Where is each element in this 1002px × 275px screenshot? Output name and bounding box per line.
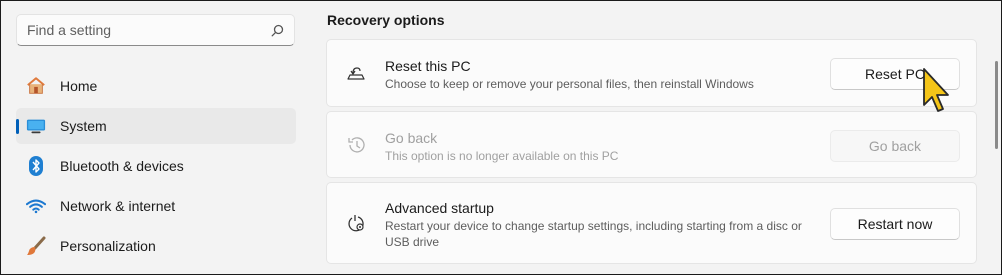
paintbrush-icon — [26, 236, 46, 256]
selection-indicator — [16, 119, 19, 134]
card-description: Restart your device to change startup se… — [385, 219, 802, 249]
sidebar-item-bluetooth[interactable]: Bluetooth & devices — [16, 148, 296, 184]
sidebar-item-label: Home — [60, 78, 98, 94]
sidebar-item-label: Personalization — [60, 238, 156, 254]
reset-pc-card: Reset this PC Choose to keep or remove y… — [326, 39, 977, 107]
sidebar-item-system[interactable]: System — [16, 108, 296, 144]
sidebar-item-network[interactable]: Network & internet — [16, 188, 296, 224]
sidebar-item-label: System — [60, 118, 107, 134]
card-description: This option is no longer available on th… — [385, 149, 619, 163]
home-icon — [26, 76, 46, 96]
advanced-startup-card: Advanced startup Restart your device to … — [326, 182, 977, 264]
bluetooth-icon — [26, 156, 46, 176]
advanced-startup-icon — [345, 212, 367, 234]
restart-now-button[interactable]: Restart now — [830, 208, 960, 240]
system-monitor-icon — [26, 116, 46, 136]
history-icon — [345, 134, 367, 156]
sidebar-item-personalization[interactable]: Personalization — [16, 228, 296, 264]
sidebar-item-label: Bluetooth & devices — [60, 158, 184, 174]
reset-pc-icon — [345, 62, 367, 84]
go-back-button[interactable]: Go back — [830, 130, 960, 162]
section-title: Recovery options — [327, 12, 445, 28]
search-box[interactable]: Find a setting — [16, 14, 295, 46]
sidebar-item-label: Network & internet — [60, 198, 176, 214]
sidebar-item-home[interactable]: Home — [16, 68, 296, 104]
card-title: Go back — [385, 130, 438, 146]
sidebar: Find a setting Home System Bluetooth & d… — [1, 1, 306, 275]
mouse-cursor-icon — [921, 67, 951, 117]
card-description: Choose to keep or remove your personal f… — [385, 77, 754, 91]
scrollbar-thumb[interactable] — [995, 61, 998, 149]
wifi-icon — [26, 196, 46, 216]
card-title: Advanced startup — [385, 200, 494, 216]
search-icon[interactable] — [270, 23, 284, 37]
search-input[interactable]: Find a setting — [27, 22, 270, 38]
go-back-card: Go back This option is no longer availab… — [326, 111, 977, 178]
card-title: Reset this PC — [385, 58, 471, 74]
